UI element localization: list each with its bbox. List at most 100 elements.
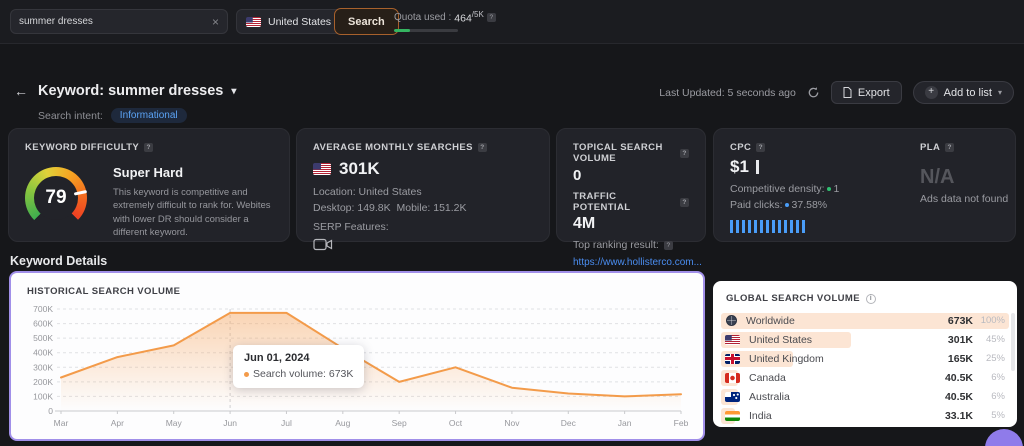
last-updated-text: Last Updated: 5 seconds ago [659,87,796,99]
global-volume-title: GLOBAL SEARCH VOLUME [726,293,860,304]
blue-dot-icon [785,203,789,207]
paid-clicks-label: Paid clicks: [730,199,783,211]
country-volume: 165K [948,353,973,365]
country-name: India [749,410,945,422]
country-volume: 33.1K [945,410,973,422]
topical-volume-value: 0 [573,167,689,184]
cpc-pla-card: CPC? $1 Competitive density:1 Paid click… [713,128,1016,242]
info-icon[interactable]: ? [680,198,689,207]
pla-note: Ads data not found [920,193,1008,205]
top-result-link[interactable]: https://www.hollisterco.com... [573,257,689,268]
info-icon[interactable]: ? [144,143,153,152]
top-bar: × United States ▾ Search Quota used : 46… [0,0,1024,44]
in-flag-icon [725,411,740,421]
ca-flag-icon [725,373,740,383]
chevron-down-icon[interactable]: ▾ [231,86,236,97]
svg-text:Oct: Oct [449,418,463,428]
search-button[interactable]: Search [334,8,399,35]
svg-text:200K: 200K [33,377,53,387]
svg-text:Jul: Jul [281,418,292,428]
svg-text:500K: 500K [33,333,53,343]
quota-value: 464/5K [454,10,484,25]
country-percent: 6% [973,391,1005,402]
country-name: Worldwide [746,315,948,327]
svg-text:0: 0 [48,406,53,416]
top-result-label: Top ranking result: [573,239,659,251]
green-dot-icon [827,187,831,191]
svg-text:700K: 700K [33,304,53,314]
help-floating-button[interactable] [985,429,1023,446]
svg-text:300K: 300K [33,362,53,372]
add-to-list-button[interactable]: + Add to list ▾ [913,81,1014,104]
serp-features-label: SERP Features: [313,221,533,233]
info-icon[interactable]: ? [487,13,496,22]
global-volume-row[interactable]: United Kingdom165K25% [721,349,1009,368]
device-split: Desktop: 149.8K Mobile: 151.2K [313,202,533,214]
cpc-value: $1 [730,157,749,177]
au-flag-icon [725,392,740,402]
monthly-searches-value: 301K [339,159,380,179]
search-input[interactable] [19,16,212,27]
historical-search-volume-card[interactable]: HISTORICAL SEARCH VOLUME 0100K200K300K40… [9,271,705,441]
location-label: United States [268,16,331,28]
density-label: Competitive density: [730,183,825,195]
scrollbar-thumb[interactable] [1011,313,1015,371]
svg-text:Sep: Sep [392,418,407,428]
svg-text:Feb: Feb [674,418,689,428]
chart-tooltip: Jun 01, 2024 Search volume: 673K [233,345,364,388]
svg-text:May: May [166,418,183,428]
keyword-search-box[interactable]: × [10,9,228,34]
chart-title: HISTORICAL SEARCH VOLUME [27,286,180,297]
global-volume-row[interactable]: United States301K45% [721,330,1009,349]
country-percent: 5% [973,410,1005,421]
svg-text:Dec: Dec [561,418,577,428]
country-volume: 301K [948,334,973,346]
back-arrow-icon[interactable]: ← [14,83,28,99]
info-icon[interactable]: ? [680,149,689,158]
country-name: United States [749,334,948,346]
intent-badge[interactable]: Informational [111,108,187,123]
video-icon[interactable] [313,238,333,251]
svg-text:400K: 400K [33,348,53,358]
paid-clicks-value: 37.58% [792,199,828,211]
global-volume-row[interactable]: Germany8.1K1% [721,425,1009,427]
traffic-potential-value: 4M [573,215,689,233]
export-button[interactable]: Export [831,81,902,104]
cpc-cursor-bar [756,160,759,174]
global-volume-row[interactable]: Australia40.5K6% [721,387,1009,406]
quota-indicator: Quota used : 464/5K ? [394,10,496,32]
quota-progressbar [394,29,458,32]
chevron-down-icon: ▾ [998,88,1002,97]
document-icon [843,87,852,98]
country-name: Canada [749,372,945,384]
country-name: Australia [749,391,945,403]
country-volume: 40.5K [945,391,973,403]
quota-label: Quota used : [394,12,451,23]
global-volume-row[interactable]: India33.1K5% [721,406,1009,425]
info-icon[interactable]: ? [945,143,954,152]
section-title: Keyword Details [10,254,107,268]
clear-search-icon[interactable]: × [212,16,219,28]
us-flag-icon [725,335,740,345]
info-icon[interactable]: ? [664,241,673,250]
svg-text:Nov: Nov [504,418,520,428]
us-flag-icon [313,163,331,175]
country-percent: 100% [973,315,1005,326]
difficulty-description: This keyword is competitive and extremel… [113,186,281,239]
keyword-difficulty-card: KEYWORD DIFFICULTY? 79 Super Hard This k… [8,128,290,242]
svg-text:Jan: Jan [618,418,632,428]
cpc-distribution-bars [730,220,999,233]
global-volume-row[interactable]: Worldwide673K100% [721,311,1009,330]
page-title[interactable]: Keyword: summer dresses ▾ [38,83,236,99]
refresh-icon[interactable] [807,86,820,99]
plus-icon: + [925,86,938,99]
info-icon[interactable]: ? [478,143,487,152]
info-icon[interactable]: ? [756,143,765,152]
topical-volume-card: TOPICAL SEARCH VOLUME? 0 TRAFFIC POTENTI… [556,128,706,242]
tooltip-date: Jun 01, 2024 [244,352,353,364]
global-volume-row[interactable]: Canada40.5K6% [721,368,1009,387]
difficulty-score: 79 [25,167,87,229]
svg-text:Jun: Jun [223,418,237,428]
svg-text:600K: 600K [33,319,53,329]
info-icon[interactable]: i [866,294,876,304]
